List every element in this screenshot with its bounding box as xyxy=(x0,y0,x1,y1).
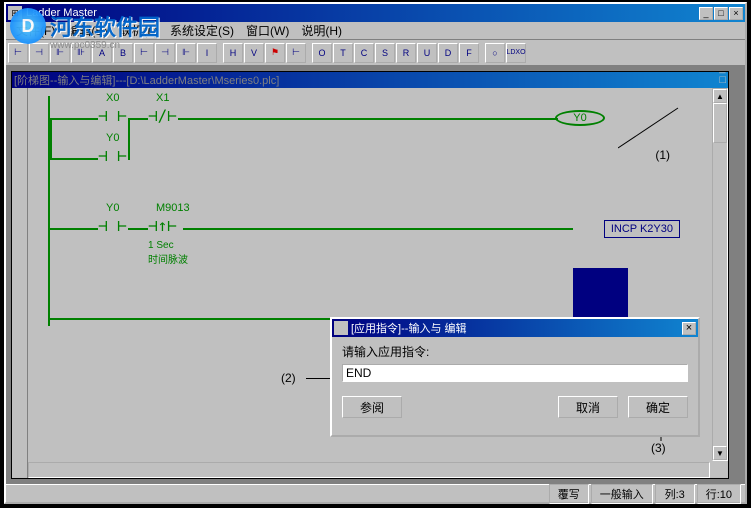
instruction-dialog: [应用指令]--输入与 编辑 × 请输入应用指令: 参阅 取消 确定 xyxy=(330,317,700,437)
tool-btn-s[interactable]: S xyxy=(375,43,395,63)
toolbar-sep2 xyxy=(307,43,311,63)
dialog-body: 请输入应用指令: 参阅 取消 确定 xyxy=(332,337,698,424)
watermark-text: 河东软件园 xyxy=(50,10,160,42)
tool-btn-flag[interactable]: ⚑ xyxy=(265,43,285,63)
menu-window[interactable]: 窗口(W) xyxy=(240,20,295,41)
watermark-logo-icon: D xyxy=(10,8,46,44)
watermark: D 河东软件园 www.pc0359.cn xyxy=(10,8,160,44)
status-mode: 一般输入 xyxy=(591,484,653,504)
tool-btn-h[interactable]: H xyxy=(223,43,243,63)
dialog-title: [应用指令]--输入与 编辑 xyxy=(351,320,682,336)
arrow-1 xyxy=(618,103,698,163)
tool-btn-i[interactable]: I xyxy=(197,43,217,63)
dialog-prompt: 请输入应用指令: xyxy=(342,343,688,360)
rung2-wire2 xyxy=(128,228,148,230)
contact-x1[interactable]: X1 ⊣/⊢ xyxy=(148,106,177,125)
minimize-button[interactable]: _ xyxy=(699,7,713,20)
cancel-button[interactable]: 取消 xyxy=(558,396,618,418)
status-overwrite: 覆写 xyxy=(549,484,589,504)
tool-btn-1[interactable]: ⊢ xyxy=(8,43,28,63)
dialog-titlebar: [应用指令]--输入与 编辑 × xyxy=(332,319,698,337)
tool-btn-v[interactable]: V xyxy=(244,43,264,63)
contact-y0-branch[interactable]: Y0 ⊣ ⊢ xyxy=(98,146,127,165)
menu-system[interactable]: 系统设定(S) xyxy=(164,20,240,41)
tool-btn-8[interactable]: ⊢ xyxy=(286,43,306,63)
tool-btn-u[interactable]: U xyxy=(417,43,437,63)
coil-y0[interactable]: Y0 xyxy=(555,110,605,126)
rung2-wire xyxy=(50,228,98,230)
doc-titlebar: [阶梯图--输入与编辑]---[D:\LadderMaster\Mseries0… xyxy=(12,72,728,88)
scroll-down-icon[interactable]: ▼ xyxy=(713,446,727,460)
maximize-button[interactable]: □ xyxy=(714,7,728,20)
tool-btn-f[interactable]: F xyxy=(459,43,479,63)
instruction-incp[interactable]: INCP K2Y30 xyxy=(604,220,680,238)
tool-btn-comment[interactable]: ○ xyxy=(485,43,505,63)
contact-m9013[interactable]: M9013 ⊣↑⊢ xyxy=(148,216,177,235)
doc-minimize-button[interactable]: _ xyxy=(719,62,726,74)
scroll-up-icon[interactable]: ▲ xyxy=(713,89,727,103)
contact-y0-2[interactable]: Y0 ⊣ ⊢ xyxy=(98,216,127,235)
doc-title: [阶梯图--输入与编辑]---[D:\LadderMaster\Mseries0… xyxy=(14,72,719,88)
rung1-wire2 xyxy=(128,118,148,120)
horizontal-scrollbar[interactable] xyxy=(28,462,710,478)
doc-maximize-button[interactable]: □ xyxy=(719,74,726,86)
rung1-wire xyxy=(50,118,98,120)
instruction-input[interactable] xyxy=(342,364,688,382)
tool-btn-t[interactable]: T xyxy=(333,43,353,63)
scroll-thumb[interactable] xyxy=(713,103,727,143)
tool-btn-6[interactable]: ⊣ xyxy=(155,43,175,63)
status-col: 列:3 xyxy=(655,484,695,504)
annotation-2: (2) xyxy=(281,371,296,385)
tool-btn-d[interactable]: D xyxy=(438,43,458,63)
close-button[interactable]: × xyxy=(729,7,743,20)
tool-btn-5[interactable]: ⊢ xyxy=(134,43,154,63)
toolbar-sep xyxy=(218,43,222,63)
dialog-close-button[interactable]: × xyxy=(682,322,696,335)
ladder-gutter xyxy=(12,88,28,478)
watermark-url: www.pc0359.cn xyxy=(50,40,120,51)
rung1-wire3 xyxy=(178,118,558,120)
selection-cursor[interactable] xyxy=(573,268,628,318)
tool-btn-o[interactable]: O xyxy=(312,43,332,63)
rung2-wire3 xyxy=(183,228,573,230)
tool-btn-ldxo[interactable]: LDXO xyxy=(506,43,526,63)
branch-wire xyxy=(50,158,98,160)
status-row: 行:10 xyxy=(697,484,741,504)
ok-button[interactable]: 确定 xyxy=(628,396,688,418)
tool-btn-2[interactable]: ⊣ xyxy=(29,43,49,63)
dialog-icon xyxy=(334,321,348,335)
toolbar-sep3 xyxy=(480,43,484,63)
annotation-3: (3) xyxy=(651,441,666,455)
menu-help[interactable]: 说明(H) xyxy=(295,20,348,41)
tool-btn-r[interactable]: R xyxy=(396,43,416,63)
branch-join xyxy=(128,118,130,160)
contact-x0[interactable]: X0 ⊣ ⊢ xyxy=(98,106,127,125)
tool-btn-c[interactable]: C xyxy=(354,43,374,63)
timer-note: 1 Sec 时间脉波 xyxy=(148,240,188,266)
tool-btn-7[interactable]: ⊩ xyxy=(176,43,196,63)
reference-button[interactable]: 参阅 xyxy=(342,396,402,418)
branch-rail xyxy=(50,118,52,158)
vertical-scrollbar[interactable]: ▲ ▼ xyxy=(712,88,728,461)
statusbar: 覆写 一般输入 列:3 行:10 xyxy=(6,484,745,502)
